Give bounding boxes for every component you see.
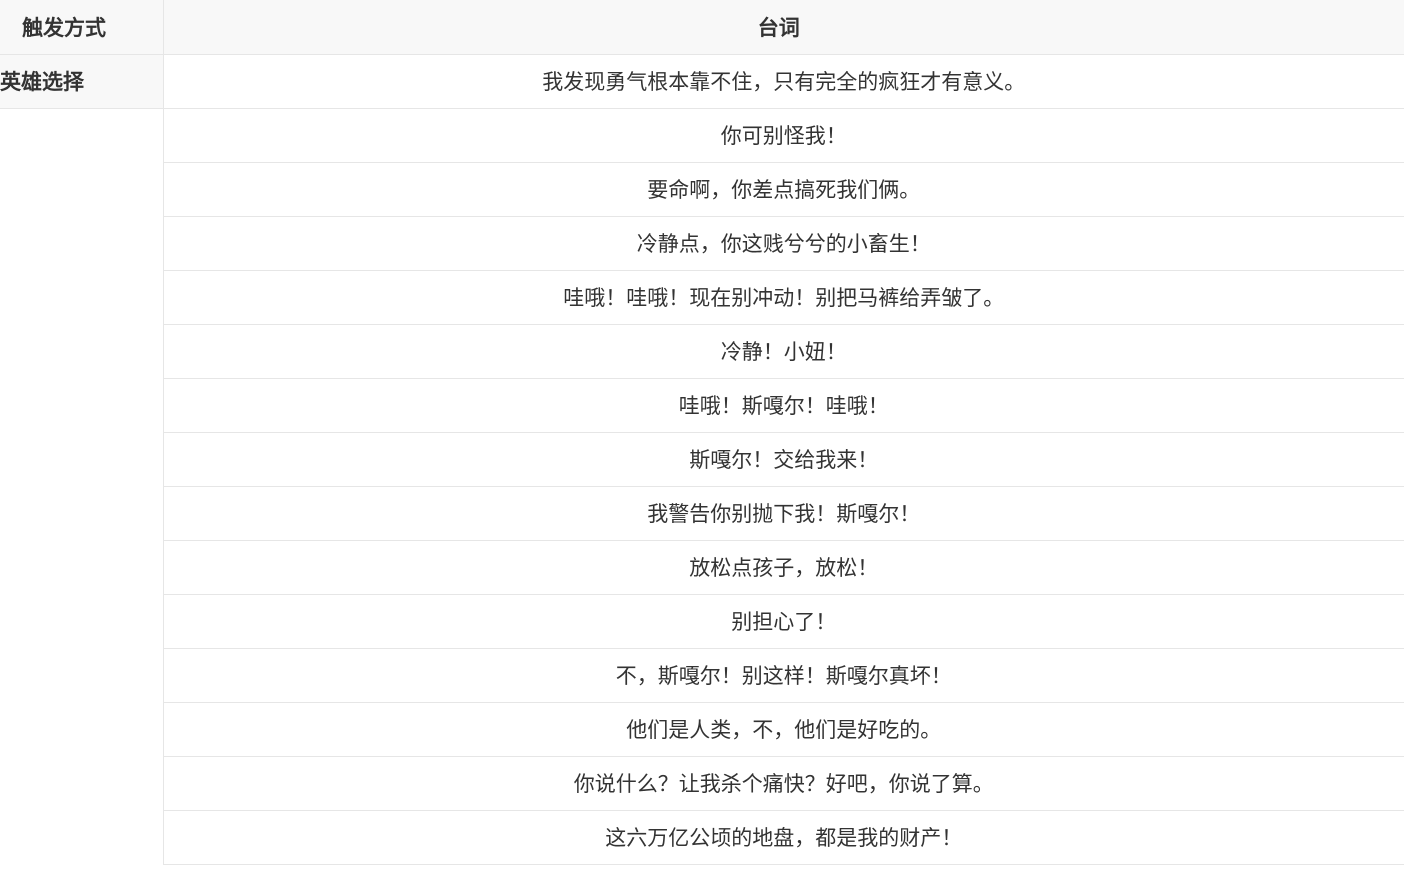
table-body: 英雄选择 我发现勇气根本靠不住，只有完全的疯狂才有意义。 你可别怪我！ 要命啊，… xyxy=(0,54,1404,865)
trigger-cell-empty xyxy=(0,108,164,864)
table-row: 冷静点，你这贱兮兮的小畜生！ xyxy=(0,216,1404,271)
table-row: 你说什么？让我杀个痛快？好吧，你说了算。 xyxy=(0,756,1404,811)
line-cell: 斯嘎尔！交给我来！ xyxy=(163,432,1404,487)
quotes-table: 触发方式 台词 英雄选择 我发现勇气根本靠不住，只有完全的疯狂才有意义。 你可别… xyxy=(0,0,1404,865)
line-cell: 你说什么？让我杀个痛快？好吧，你说了算。 xyxy=(163,756,1404,811)
header-trigger: 触发方式 xyxy=(0,0,164,55)
table-row: 别担心了！ xyxy=(0,594,1404,649)
line-cell: 不，斯嘎尔！别这样！斯嘎尔真坏！ xyxy=(163,648,1404,703)
line-cell: 冷静！小妞！ xyxy=(163,324,1404,379)
header-line: 台词 xyxy=(163,0,1404,55)
table-row: 冷静！小妞！ xyxy=(0,324,1404,379)
line-cell: 哇哦！哇哦！现在别冲动！别把马裤给弄皱了。 xyxy=(163,270,1404,325)
table-row: 哇哦！斯嘎尔！哇哦！ xyxy=(0,378,1404,433)
table-row: 英雄选择 我发现勇气根本靠不住，只有完全的疯狂才有意义。 xyxy=(0,54,1404,109)
line-cell: 哇哦！斯嘎尔！哇哦！ xyxy=(163,378,1404,433)
table-row: 这六万亿公顷的地盘，都是我的财产！ xyxy=(0,810,1404,865)
line-cell: 放松点孩子，放松！ xyxy=(163,540,1404,595)
table-row: 斯嘎尔！交给我来！ xyxy=(0,432,1404,487)
table-row: 不，斯嘎尔！别这样！斯嘎尔真坏！ xyxy=(0,648,1404,703)
line-cell: 这六万亿公顷的地盘，都是我的财产！ xyxy=(163,810,1404,865)
table-row: 哇哦！哇哦！现在别冲动！别把马裤给弄皱了。 xyxy=(0,270,1404,325)
table-row: 你可别怪我！ xyxy=(0,108,1404,864)
line-cell: 你可别怪我！ xyxy=(163,108,1404,163)
line-cell: 别担心了！ xyxy=(163,594,1404,649)
header-row: 触发方式 台词 xyxy=(0,0,1404,55)
table-row: 要命啊，你差点搞死我们俩。 xyxy=(0,162,1404,217)
table-row: 他们是人类，不，他们是好吃的。 xyxy=(0,702,1404,757)
line-cell: 冷静点，你这贱兮兮的小畜生！ xyxy=(163,216,1404,271)
table-row: 放松点孩子，放松！ xyxy=(0,540,1404,595)
trigger-cell: 英雄选择 xyxy=(0,54,164,109)
line-cell: 他们是人类，不，他们是好吃的。 xyxy=(163,702,1404,757)
table-row: 我警告你别抛下我！斯嘎尔！ xyxy=(0,486,1404,541)
line-cell: 我警告你别抛下我！斯嘎尔！ xyxy=(163,486,1404,541)
table-header: 触发方式 台词 xyxy=(0,0,1404,55)
line-cell: 我发现勇气根本靠不住，只有完全的疯狂才有意义。 xyxy=(163,54,1404,109)
line-cell: 要命啊，你差点搞死我们俩。 xyxy=(163,162,1404,217)
